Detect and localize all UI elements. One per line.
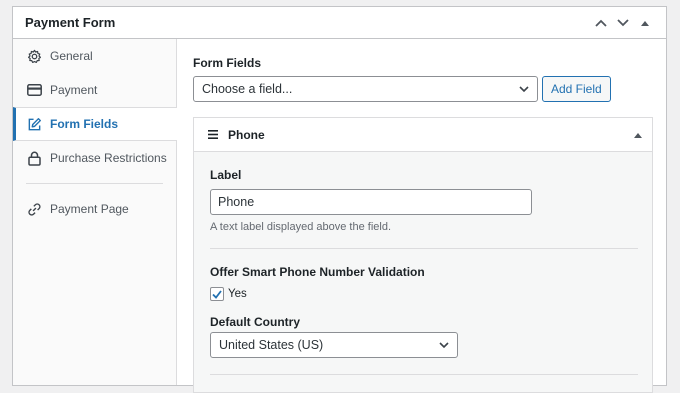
country-heading: Default Country [210, 315, 300, 329]
move-down-button[interactable] [612, 12, 634, 34]
label-help-text: A text label displayed above the field. [210, 221, 392, 233]
field-type-select-value: Choose a field... [202, 82, 293, 96]
sidebar-item-payment-page[interactable]: Payment Page [13, 192, 176, 226]
default-country-select[interactable]: United States (US) [210, 332, 458, 358]
field-card-body: Label Phone A text label displayed above… [194, 152, 652, 392]
collapse-caret-icon[interactable] [634, 132, 642, 138]
sidebar-item-purchase-restrictions[interactable]: Purchase Restrictions [13, 141, 176, 175]
settings-sidebar: General Payment Form Fields Purchase Res… [13, 39, 177, 385]
validation-checkbox[interactable] [210, 287, 224, 301]
chevron-down-icon [519, 86, 529, 93]
validation-heading: Offer Smart Phone Number Validation [210, 265, 425, 279]
chevron-down-icon [617, 18, 629, 26]
field-divider [210, 248, 638, 249]
sidebar-item-payment[interactable]: Payment [13, 73, 176, 107]
default-country-value: United States (US) [219, 338, 324, 352]
add-field-button[interactable]: Add Field [542, 76, 611, 102]
sidebar-item-label: Payment [50, 83, 98, 97]
gear-icon [26, 48, 42, 64]
sidebar-item-label: Payment Page [50, 202, 129, 216]
drag-handle-icon[interactable] [208, 130, 218, 139]
label-input[interactable]: Phone [210, 189, 532, 215]
label-input-value: Phone [218, 195, 255, 209]
field-type-select[interactable]: Choose a field... [193, 76, 538, 102]
validation-checkbox-label: Yes [228, 288, 247, 300]
sidebar-item-label: Form Fields [50, 117, 119, 131]
card-icon [26, 82, 42, 98]
sidebar-item-label: Purchase Restrictions [50, 151, 167, 165]
field-card-header[interactable]: Phone [194, 118, 652, 152]
form-fields-panel: Form Fields Choose a field... Add Field … [177, 39, 666, 393]
lock-icon [26, 150, 42, 166]
form-fields-heading: Form Fields [193, 56, 262, 70]
metabox-header: Payment Form [13, 7, 666, 39]
field-card-title: Phone [228, 127, 265, 142]
move-up-button[interactable] [590, 12, 612, 34]
field-divider [210, 374, 638, 375]
edit-icon [26, 116, 42, 132]
sidebar-divider [26, 183, 163, 184]
metabox-title: Payment Form [25, 15, 116, 30]
payment-form-metabox: Payment Form General Payment Form Fields… [12, 6, 667, 393]
caret-up-icon [641, 20, 649, 26]
checkmark-icon [212, 289, 222, 299]
phone-field-card: Phone Label Phone A text label displayed… [193, 117, 653, 393]
label-heading: Label [210, 168, 242, 182]
sidebar-item-form-fields[interactable]: Form Fields [13, 107, 177, 141]
toggle-panel-button[interactable] [634, 12, 656, 34]
sidebar-item-label: General [50, 49, 93, 63]
sidebar-item-general[interactable]: General [13, 39, 176, 73]
link-icon [26, 201, 42, 217]
chevron-down-icon [439, 342, 449, 349]
chevron-up-icon [595, 19, 607, 27]
